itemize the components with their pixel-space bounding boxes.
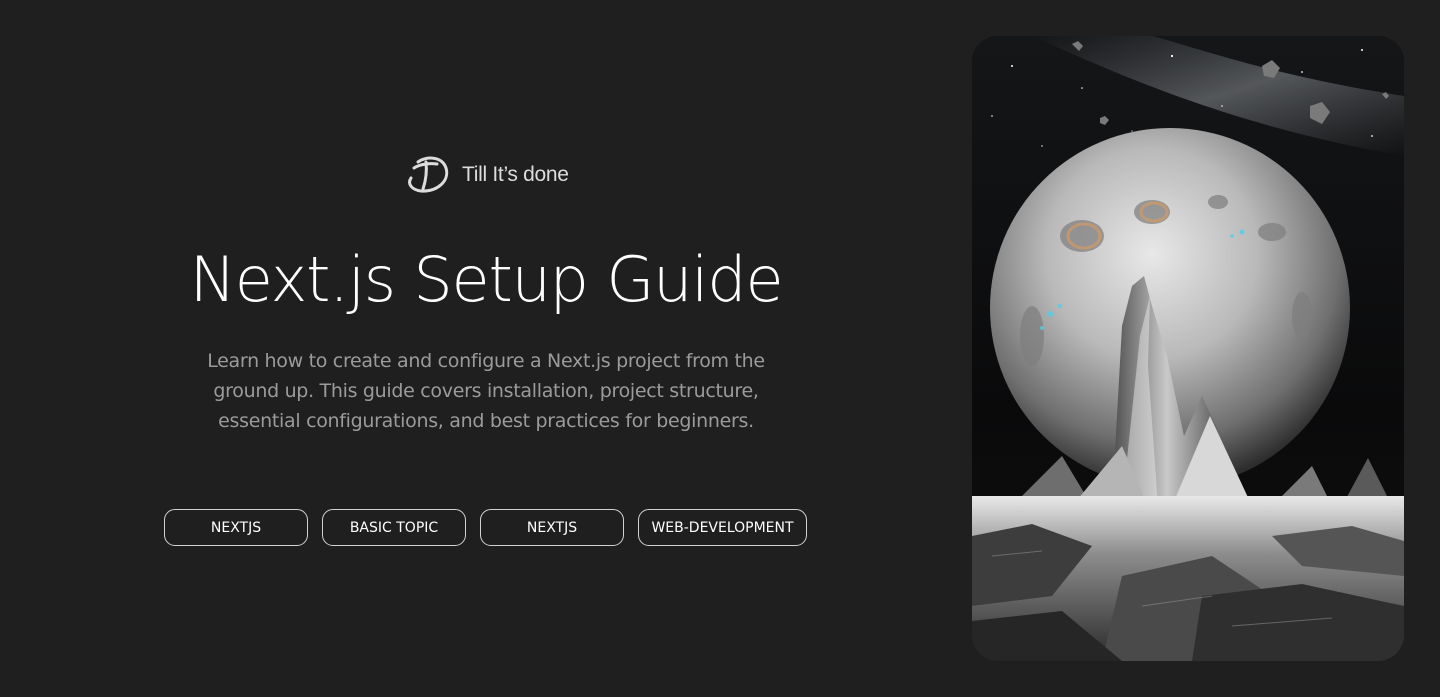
hero-text-section: Till It’s done Next.js Setup Guide Learn… (0, 0, 972, 697)
hero-image (972, 36, 1404, 661)
article-hero-page: Till It’s done Next.js Setup Guide Learn… (0, 0, 1440, 697)
tag-basic-topic[interactable]: BASIC TOPIC (322, 509, 466, 546)
brand-name: Till It’s done (462, 163, 569, 186)
moon-landscape-illustration (972, 36, 1404, 661)
tag-list: NEXTJS BASIC TOPIC NEXTJS WEB-DEVELOPMEN… (164, 509, 807, 546)
page-description: Learn how to create and configure a Next… (207, 350, 765, 432)
tag-web-development[interactable]: WEB-DEVELOPMENT (638, 509, 807, 546)
tag-nextjs[interactable]: NEXTJS (164, 509, 308, 546)
brand-link[interactable]: Till It’s done (404, 154, 569, 196)
page-title: Next.js Setup Guide (189, 243, 784, 316)
tag-nextjs-2[interactable]: NEXTJS (480, 509, 624, 546)
td-monogram-logo-icon (408, 156, 449, 193)
